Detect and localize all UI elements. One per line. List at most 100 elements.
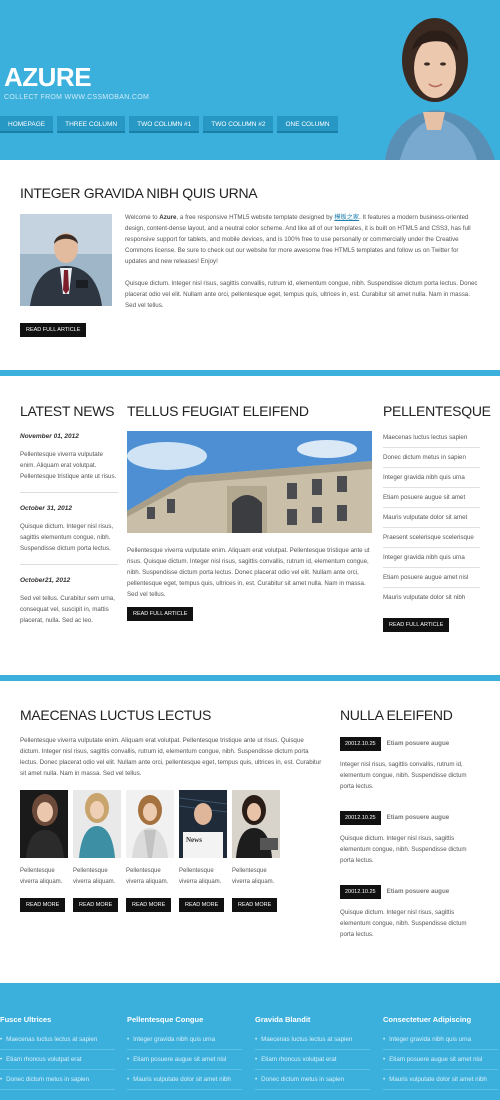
nav-three-column[interactable]: THREE COLUMN — [57, 116, 126, 133]
list-item[interactable]: Integer gravida nibh quis urna — [383, 548, 480, 568]
nulla-column: NULLA ELEIFEND 20012.10.25 Etiam posuere … — [340, 707, 480, 940]
date-badge: 20012.10.25 — [340, 736, 381, 751]
nav-two-column-2[interactable]: TWO COLUMN #2 — [203, 116, 274, 133]
maecenas-title: MAECENAS LUCTUS LECTUS — [20, 707, 211, 723]
intro-paragraph-1: Welcome to Azure, a free responsive HTML… — [125, 212, 478, 267]
building-photo — [127, 431, 372, 533]
intro-brand: Azure — [159, 214, 177, 221]
date-badge: 20012.10.25 — [340, 884, 381, 899]
footer-link[interactable]: Etiam posuere augue sit amet nisl — [383, 1050, 498, 1070]
footer-column-title: Gravida Blandit — [255, 1015, 311, 1024]
pellentesque-read-article-button[interactable]: READ FULL ARTICLE — [383, 618, 450, 632]
thumbnail-caption: Pellentesque viverra aliquam. — [126, 868, 169, 885]
footer-column: Consectetuer Adipiscing Integer gravida … — [383, 1015, 498, 1090]
nulla-item-title[interactable]: Etiam posuere augue — [387, 814, 450, 821]
footer-link[interactable]: Maecenas luctus lectus at sapien — [255, 1030, 370, 1050]
site-footer: Fusce Ultrices Maecenas luctus lectus at… — [0, 983, 500, 1100]
footer-link[interactable]: Integer gravida nibh quis urna — [127, 1030, 242, 1050]
pellentesque-column: PELLENTESQUE Maecenas luctus lectus sapi… — [383, 403, 491, 632]
nulla-item-text: Quisque dictum. Integer nisl risus, sagi… — [340, 835, 467, 864]
nulla-item-text: Integer nisl risus, sagittis convallis, … — [340, 761, 467, 790]
thumbnail-caption: Pellentesque viverra aliquam. — [179, 868, 222, 885]
list-item[interactable]: Donec dictum metus in sapien — [383, 448, 480, 468]
divider-bar-2 — [0, 675, 500, 681]
footer-column-title: Pellentesque Congue — [127, 1015, 204, 1024]
nav-one-column[interactable]: ONE COLUMN — [277, 116, 338, 133]
footer-link[interactable]: Donec dictum metus in sapien — [0, 1070, 115, 1090]
footer-link[interactable]: Etiam posuere augue sit amet nisl — [127, 1050, 242, 1070]
hero-woman-image — [345, 0, 500, 160]
footer-link[interactable]: Etiam rhoncus volutpat erat — [255, 1050, 370, 1070]
thumbnail-photo[interactable] — [232, 790, 280, 858]
footer-link[interactable]: Mauris vulputate dolor sit amet nibh — [383, 1070, 498, 1090]
nav-two-column-1[interactable]: TWO COLUMN #1 — [129, 116, 200, 133]
footer-link[interactable]: Donec dictum metus in sapien — [255, 1070, 370, 1090]
nav-homepage[interactable]: HOMEPAGE — [0, 116, 54, 133]
footer-column: Pellentesque Congue Integer gravida nibh… — [127, 1015, 242, 1090]
divider-bar-1 — [0, 370, 500, 376]
tellus-read-article-button[interactable]: READ FULL ARTICLE — [127, 607, 194, 621]
tellus-title: TELLUS FEUGIAT ELEIFEND — [127, 403, 309, 419]
tellus-text: Pellentesque viverra vulputate enim. Ali… — [127, 547, 370, 598]
thumbnail-photo[interactable]: News — [179, 790, 227, 858]
news-item: October 31, 2012 Quisque dictum. Integer… — [20, 505, 118, 554]
footer-link[interactable]: Maecenas luctus lectus at sapien — [0, 1030, 115, 1050]
svg-text:News: News — [186, 836, 202, 844]
news-text: Pellentesque viverra vulputate enim. Ali… — [20, 451, 117, 480]
footer-column-title: Consectetuer Adipiscing — [383, 1015, 472, 1024]
nulla-item-title[interactable]: Etiam posuere augue — [387, 888, 450, 895]
intro-read-article-button[interactable]: READ FULL ARTICLE — [20, 323, 87, 337]
news-item: November 01, 2012 Pellentesque viverra v… — [20, 433, 118, 482]
thumbnail-photo[interactable] — [126, 790, 174, 858]
read-more-button[interactable]: READ MORE — [20, 898, 66, 912]
news-date: November 01, 2012 — [20, 433, 79, 440]
list-item[interactable]: Maecenas luctus lectus sapien — [383, 428, 480, 448]
news-date: October 31, 2012 — [20, 505, 73, 512]
date-badge: 20012.10.25 — [340, 810, 381, 825]
thumbnail-photo[interactable] — [73, 790, 121, 858]
read-more-button[interactable]: READ MORE — [126, 898, 172, 912]
tellus-column: TELLUS FEUGIAT ELEIFEND Pellentesque viv… — [127, 403, 372, 621]
footer-link[interactable]: Mauris vulputate dolor sit amet nibh — [127, 1070, 242, 1090]
news-text: Quisque dictum. Integer nisl risus, sagi… — [20, 523, 114, 552]
pellentesque-list: Maecenas luctus lectus sapien Donec dict… — [383, 428, 480, 608]
list-item[interactable]: Etiam posuere augue sit amet — [383, 488, 480, 508]
read-more-button[interactable]: READ MORE — [232, 898, 278, 912]
businessman-photo — [20, 214, 112, 306]
site-logo[interactable]: AZURE — [4, 62, 92, 93]
footer-link[interactable]: Integer gravida nibh quis urna — [383, 1030, 498, 1050]
intro-p1-post: . It features a modern business-oriented… — [125, 214, 471, 265]
news-text: Sed vel tellus. Curabitur sem urna, cons… — [20, 595, 115, 624]
intro-p1-mid: , a free responsive HTML5 website templa… — [176, 214, 335, 221]
nulla-title: NULLA ELEIFEND — [340, 707, 453, 723]
nulla-item-title[interactable]: Etiam posuere augue — [387, 740, 450, 747]
list-item[interactable]: Mauris vulputate dolor sit nibh — [383, 588, 480, 608]
list-item[interactable]: Etiam posuere augue amet nisl — [383, 568, 480, 588]
latest-news-title: LATEST NEWS — [20, 403, 115, 419]
thumbnail-photo[interactable] — [20, 790, 68, 858]
footer-column-title: Fusce Ultrices — [0, 1015, 52, 1024]
footer-column: Gravida Blandit Maecenas luctus lectus a… — [255, 1015, 370, 1090]
thumbnail-caption: Pellentesque viverra aliquam. — [20, 868, 63, 885]
list-item[interactable]: Mauris vulputate dolor sit amet — [383, 508, 480, 528]
read-more-button[interactable]: READ MORE — [179, 898, 225, 912]
thumbnail-caption: Pellentesque viverra aliquam. — [73, 868, 116, 885]
intro-title: INTEGER GRAVIDA NIBH QUIS URNA — [20, 185, 258, 201]
intro-designer-link[interactable]: 模板之家 — [334, 214, 359, 221]
main-nav: HOMEPAGE THREE COLUMN TWO COLUMN #1 TWO … — [0, 116, 342, 133]
nulla-item-text: Quisque dictum. Integer nisl risus, sagi… — [340, 909, 467, 938]
news-divider — [20, 492, 118, 493]
maecenas-text: Pellentesque viverra vulputate enim. Ali… — [20, 737, 322, 777]
nulla-item: 20012.10.25 Etiam posuere augue Integer n… — [340, 735, 480, 792]
news-divider — [20, 564, 118, 565]
thumbnail-caption: Pellentesque viverra aliquam. — [232, 868, 275, 885]
list-item[interactable]: Integer gravida nibh quis urna — [383, 468, 480, 488]
list-item[interactable]: Praesent scelerisque scelerisque — [383, 528, 480, 548]
footer-link[interactable]: Etiam rhoncus volutpat erat — [0, 1050, 115, 1070]
intro-p1-pre: Welcome to — [125, 214, 160, 221]
nulla-item: 20012.10.25 Etiam posuere augue Quisque d… — [340, 883, 480, 940]
site-tagline: COLLECT FROM WWW.CSSMOBAN.COM — [4, 94, 150, 101]
footer-column: Fusce Ultrices Maecenas luctus lectus at… — [0, 1015, 115, 1090]
read-more-button[interactable]: READ MORE — [73, 898, 119, 912]
news-date: October21, 2012 — [20, 577, 71, 584]
